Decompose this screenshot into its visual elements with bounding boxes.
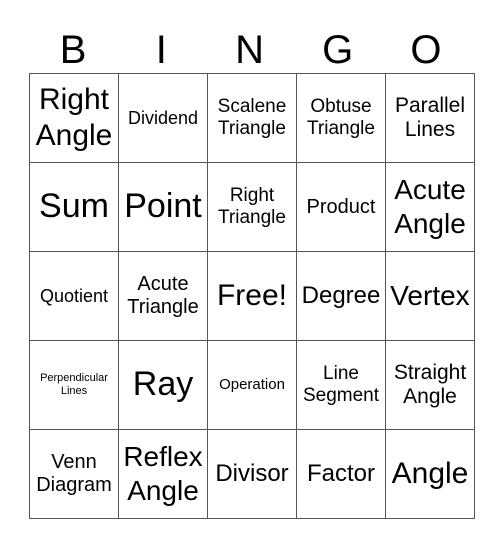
header-letter-n: N	[235, 28, 264, 72]
grid-row: Right Angle Dividend Scalene Triangle Ob…	[29, 73, 475, 163]
bingo-cell[interactable]: Acute Angle	[385, 162, 475, 252]
bingo-cell[interactable]: Obtuse Triangle	[296, 73, 386, 163]
free-space[interactable]: Free!	[207, 251, 297, 341]
bingo-cell[interactable]: Degree	[296, 251, 386, 341]
bingo-cell[interactable]: Point	[118, 162, 208, 252]
bingo-cell[interactable]: Vertex	[385, 251, 475, 341]
grid-row: Perpendicular Lines Ray Operation Line S…	[29, 340, 475, 430]
bingo-cell[interactable]: Angle	[385, 429, 475, 519]
bingo-cell[interactable]: Product	[296, 162, 386, 252]
bingo-cell[interactable]: Divisor	[207, 429, 297, 519]
bingo-cell[interactable]: Acute Triangle	[118, 251, 208, 341]
bingo-cell[interactable]: Dividend	[118, 73, 208, 163]
bingo-cell[interactable]: Reflex Angle	[118, 429, 208, 519]
bingo-grid: Right Angle Dividend Scalene Triangle Ob…	[29, 73, 475, 519]
header-letter-i: I	[155, 28, 167, 72]
grid-row: Sum Point Right Triangle Product Acute A…	[29, 162, 475, 252]
bingo-cell[interactable]: Line Segment	[296, 340, 386, 430]
bingo-cell[interactable]: Sum	[29, 162, 119, 252]
bingo-cell[interactable]: Ray	[118, 340, 208, 430]
header-letter-b: B	[59, 28, 87, 72]
bingo-cell[interactable]: Scalene Triangle	[207, 73, 297, 163]
grid-row: Venn Diagram Reflex Angle Divisor Factor…	[29, 429, 475, 519]
bingo-header: B I N G O	[29, 28, 470, 73]
bingo-cell[interactable]: Venn Diagram	[29, 429, 119, 519]
bingo-cell[interactable]: Quotient	[29, 251, 119, 341]
bingo-cell[interactable]: Perpendicular Lines	[29, 340, 119, 430]
grid-row: Quotient Acute Triangle Free! Degree Ver…	[29, 251, 475, 341]
bingo-cell[interactable]: Right Angle	[29, 73, 119, 163]
header-letter-g: G	[322, 28, 354, 72]
bingo-cell[interactable]: Straight Angle	[385, 340, 475, 430]
bingo-cell[interactable]: Operation	[207, 340, 297, 430]
bingo-cell[interactable]: Factor	[296, 429, 386, 519]
bingo-cell[interactable]: Right Triangle	[207, 162, 297, 252]
header-letter-o: O	[410, 28, 442, 72]
bingo-cell[interactable]: Parallel Lines	[385, 73, 475, 163]
